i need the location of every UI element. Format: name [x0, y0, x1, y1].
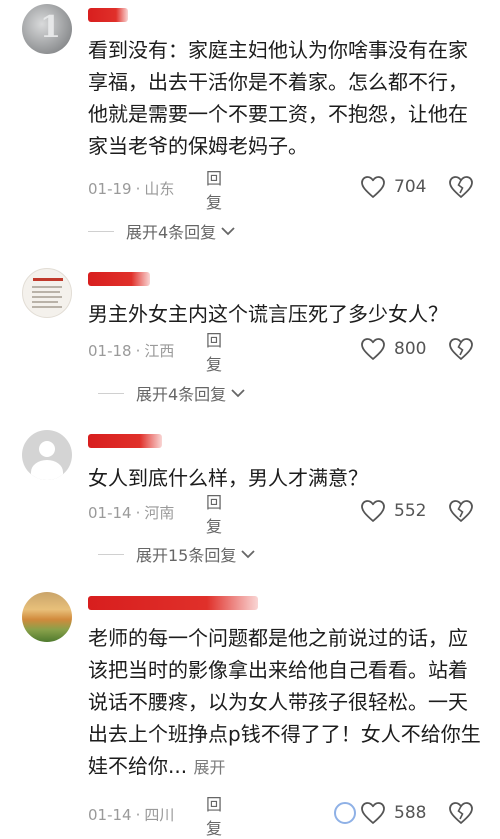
comment-item: 男主外女主内这个谎言压死了多少女人？ 01-18 · 江西 回复 800 展开4…	[0, 250, 500, 420]
username-redacted[interactable]	[88, 596, 258, 610]
comment-item: 老师的每一个问题都是他之前说过的话，应该把当时的影像拿出来给他自己看看。站着说话…	[0, 580, 500, 838]
comment-meta: 01-19 · 山东 回复	[88, 169, 222, 212]
comment-text: 女人到底什么样，男人才满意？	[88, 466, 368, 490]
dislike-icon[interactable]	[448, 801, 474, 825]
chevron-down-icon	[241, 550, 256, 559]
reply-button[interactable]: 回复	[206, 165, 222, 213]
reply-button[interactable]: 回复	[206, 489, 222, 537]
like-button[interactable]: 552	[360, 499, 426, 523]
meta-separator: ·	[135, 341, 141, 360]
username-redacted[interactable]	[88, 272, 150, 286]
reply-button[interactable]: 回复	[206, 327, 222, 375]
comment-item: 女人到底什么样，男人才满意？ 01-14 · 河南 回复 552 展开15条回复	[0, 420, 500, 580]
comment-location: 河南	[144, 504, 175, 522]
avatar[interactable]	[22, 268, 72, 318]
like-button[interactable]: 800	[360, 337, 426, 361]
expand-replies-label: 展开4条回复	[136, 385, 227, 404]
comment-body: 老师的每一个问题都是他之前说过的话，应该把当时的影像拿出来给他自己看看。站着说话…	[88, 626, 481, 778]
reply-button[interactable]: 回复	[206, 791, 222, 839]
chevron-down-icon	[231, 389, 245, 398]
username-redacted[interactable]	[88, 8, 128, 22]
comment-date: 01-14	[88, 503, 132, 522]
touch-indicator	[334, 802, 356, 824]
comment-text: 看到没有：家庭主妇他认为你啥事没有在家享福，出去干活你是不着家。怎么都不行，他就…	[88, 38, 468, 158]
meta-separator: ·	[135, 805, 141, 824]
expand-replies-button[interactable]: 展开4条回复	[88, 219, 236, 243]
heart-icon	[361, 802, 385, 824]
expand-replies-button[interactable]: 展开15条回复	[98, 542, 256, 566]
dislike-icon[interactable]	[448, 175, 474, 199]
username-redacted[interactable]	[88, 434, 162, 448]
comment-item: 看到没有：家庭主妇他认为你啥事没有在家享福，出去干活你是不着家。怎么都不行，他就…	[0, 0, 500, 250]
comment-date: 01-14	[88, 805, 132, 824]
comment-text: 老师的每一个问题都是他之前说过的话，应该把当时的影像拿出来给他自己看看。站着说话…	[88, 622, 483, 784]
like-count: 552	[394, 501, 427, 521]
like-button[interactable]: 704	[360, 175, 426, 199]
expand-replies-label: 展开4条回复	[126, 223, 217, 242]
meta-separator: ·	[135, 179, 141, 198]
heart-icon	[361, 500, 385, 522]
comment-location: 四川	[144, 806, 175, 824]
comment-date: 01-18	[88, 341, 132, 360]
chevron-down-icon	[221, 227, 235, 236]
comment-location: 江西	[144, 342, 175, 360]
expand-divider	[88, 230, 114, 232]
comment-date: 01-19	[88, 179, 132, 198]
meta-separator: ·	[135, 503, 141, 522]
comment-location: 山东	[144, 180, 175, 198]
avatar[interactable]	[22, 430, 72, 480]
avatar[interactable]	[22, 4, 72, 54]
dislike-icon[interactable]	[448, 499, 474, 523]
avatar[interactable]	[22, 592, 72, 642]
heart-icon	[361, 176, 385, 198]
expand-divider	[98, 392, 124, 394]
comment-meta: 01-14 · 河南 回复	[88, 493, 222, 536]
comment-meta: 01-18 · 江西 回复	[88, 331, 222, 374]
expand-text-link[interactable]: 展开	[193, 758, 225, 777]
expand-replies-label: 展开15条回复	[136, 546, 237, 565]
like-count: 800	[394, 339, 427, 359]
expand-divider	[98, 553, 124, 555]
comment-meta: 01-14 · 四川 回复	[88, 795, 222, 838]
heart-icon	[361, 338, 385, 360]
like-count: 704	[394, 177, 427, 197]
expand-replies-button[interactable]: 展开4条回复	[98, 381, 246, 405]
like-button[interactable]: 588	[360, 801, 426, 825]
comment-text: 男主外女主内这个谎言压死了多少女人？	[88, 302, 448, 326]
dislike-icon[interactable]	[448, 337, 474, 361]
like-count: 588	[394, 803, 427, 823]
